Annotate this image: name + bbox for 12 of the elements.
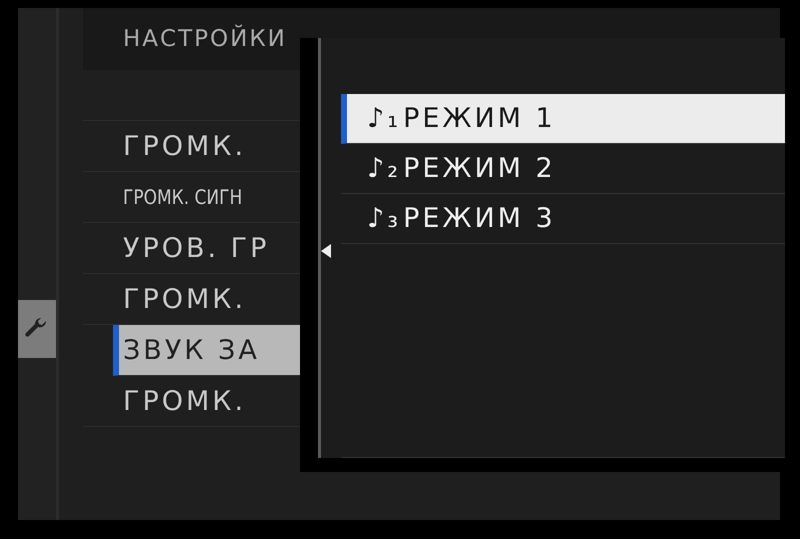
mode-option[interactable]: ♪₂ РЕЖИМ 2 (341, 144, 785, 194)
menu-item[interactable]: ГРОМК. СИГН (123, 185, 242, 209)
settings-tab[interactable] (18, 300, 56, 358)
menu-item[interactable]: ЗВУК ЗА (123, 334, 260, 366)
mode-option[interactable]: ♪₃ РЕЖИМ 3 (341, 194, 785, 244)
menu-item[interactable]: УРОВ. ГР (123, 232, 270, 264)
mode-option[interactable]: ♪₁ РЕЖИМ 1 (341, 94, 785, 144)
menu-item[interactable]: ГРОМК. (123, 386, 246, 416)
left-arrow-icon (321, 244, 331, 258)
menu-title: НАСТРОЙКИ (123, 26, 287, 52)
menu-item[interactable]: ГРОМК. (123, 284, 246, 314)
menu-item[interactable]: ГРОМК. (123, 130, 246, 162)
